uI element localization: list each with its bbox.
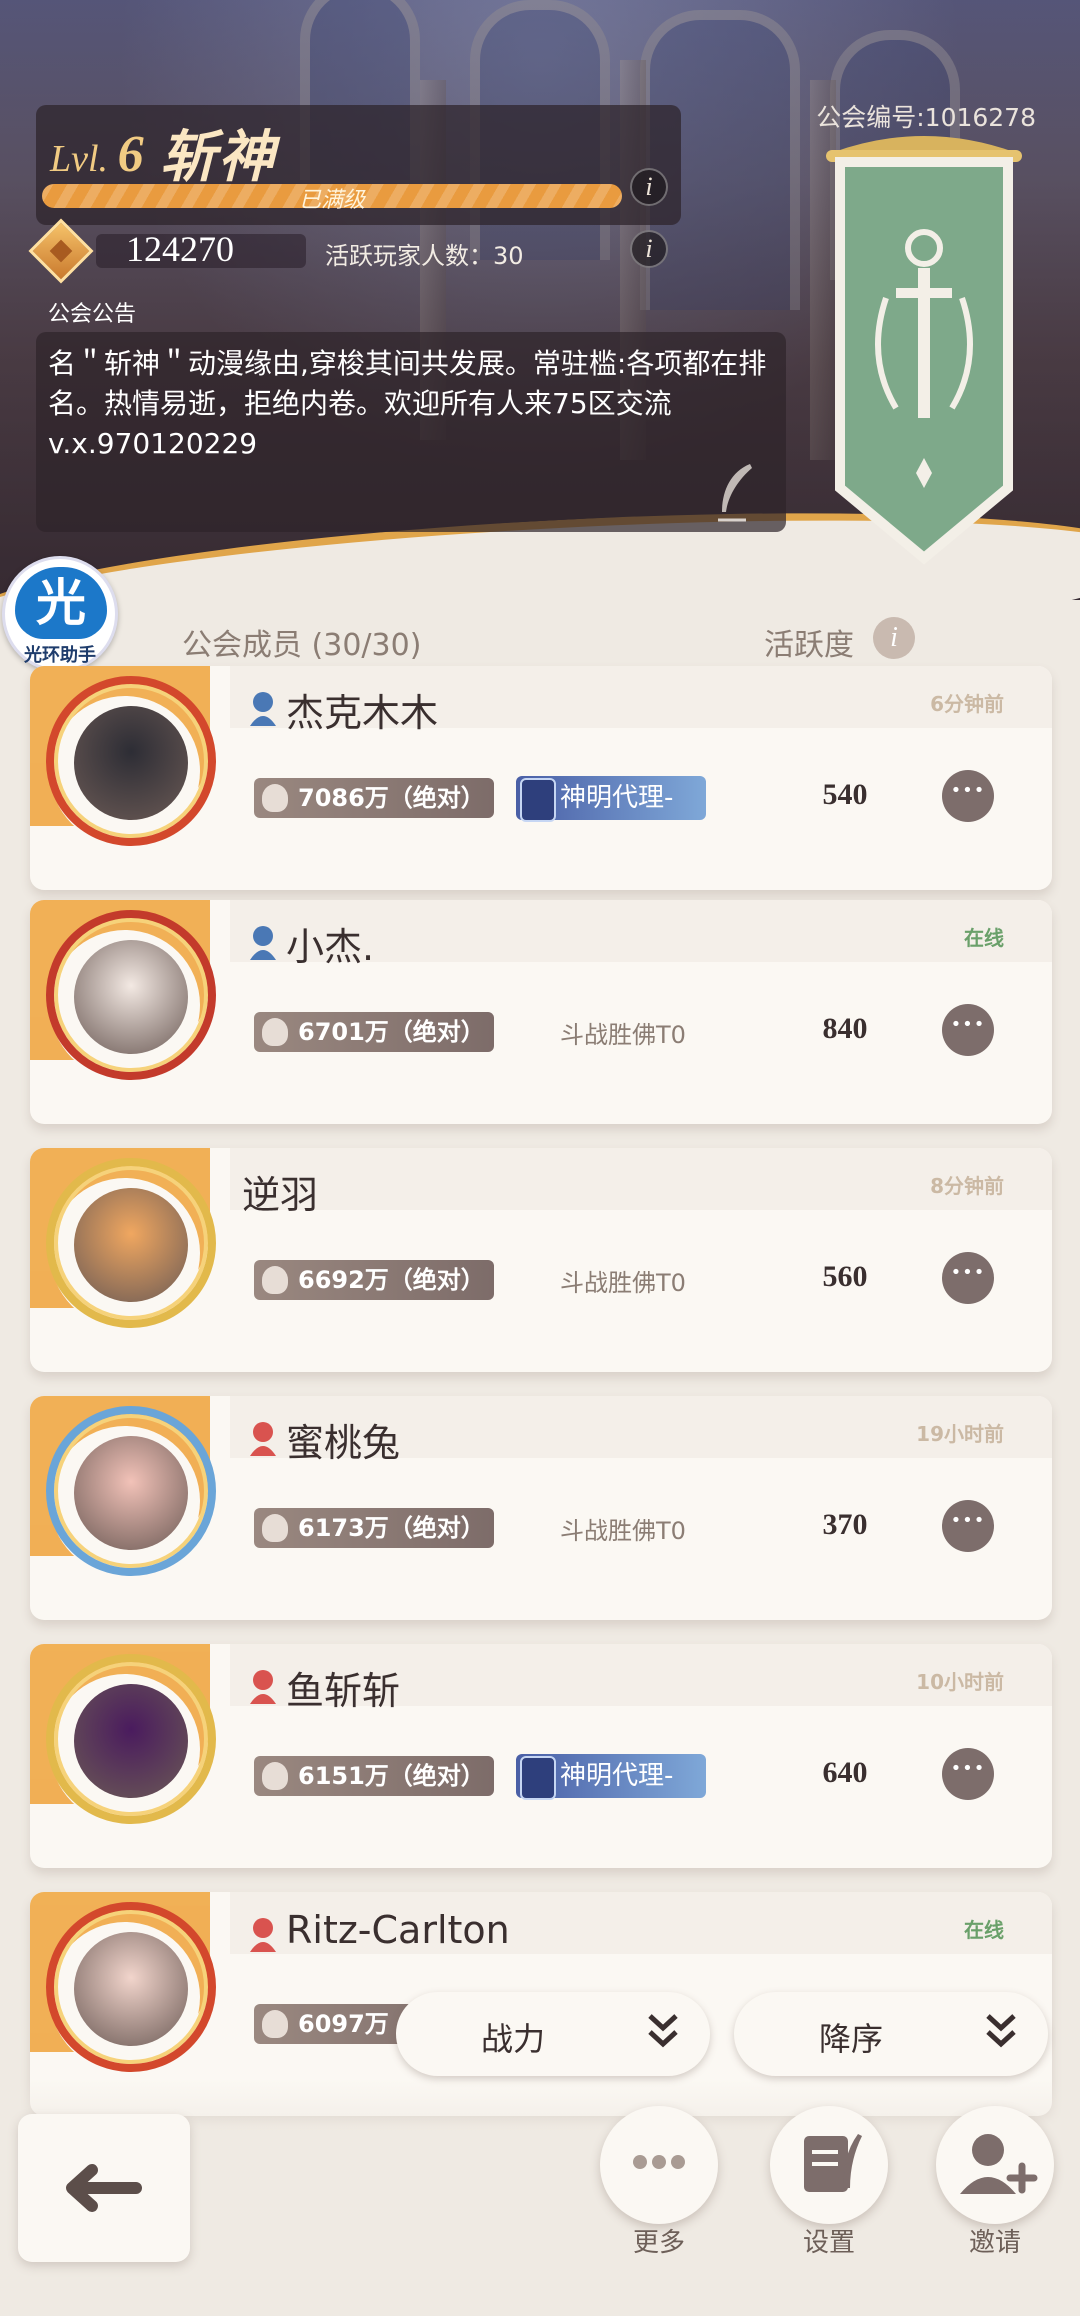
active-info-icon[interactable]: i xyxy=(630,230,668,268)
avatar-portrait xyxy=(74,706,188,820)
role-icon xyxy=(250,926,276,960)
settings-button[interactable] xyxy=(770,2106,888,2224)
member-card[interactable]: 蜜桃兔 19小时前 6173万（绝对） 斗战胜佛T0 370 xyxy=(30,1396,1052,1620)
avatar[interactable] xyxy=(46,1406,216,1576)
activity-info-icon[interactable]: i xyxy=(873,617,915,659)
member-name: 小杰. xyxy=(286,925,375,969)
helper-logo: 光 xyxy=(15,567,107,639)
chevron-down-icon xyxy=(986,2014,1016,2048)
members-title: 公会成员 (30/30) xyxy=(182,628,422,663)
role-icon xyxy=(250,692,276,726)
helper-label: 光环助手 xyxy=(24,645,96,666)
member-card[interactable]: 杰克木木 6分钟前 7086万（绝对） 神明代理- 540 xyxy=(30,666,1052,890)
activity-value: 370 xyxy=(822,1508,868,1541)
power-badge: 6151万（绝对） xyxy=(254,1756,494,1796)
more-label: 更多 xyxy=(632,2228,685,2258)
member-more-button[interactable] xyxy=(942,1004,994,1056)
member-name: 蜜桃兔 xyxy=(286,1421,401,1465)
role-icon xyxy=(250,1918,276,1952)
back-button[interactable] xyxy=(18,2114,190,2262)
activity-value: 560 xyxy=(822,1260,868,1293)
guild-banner[interactable] xyxy=(826,128,1022,568)
avatar-portrait xyxy=(74,1188,188,1302)
add-user-icon xyxy=(960,2134,1038,2194)
sort-field-dropdown[interactable]: 战力 xyxy=(396,1992,710,2076)
card-name-band xyxy=(230,1148,1052,1210)
activity-column-title: 活跃度 xyxy=(764,628,854,663)
guild-name: 斩神 xyxy=(160,125,276,190)
avatar-portrait xyxy=(74,1436,188,1550)
member-name: Ritz-Carlton xyxy=(286,1908,510,1952)
level-prefix: Lvl. xyxy=(50,138,109,180)
more-button[interactable] xyxy=(600,2106,718,2224)
guild-level-progress: 已满级 xyxy=(42,184,622,213)
power-badge: 6692万（绝对） xyxy=(254,1260,494,1300)
active-players-count: 活跃玩家人数：30 xyxy=(325,242,524,270)
activity-value: 540 xyxy=(822,778,868,811)
last-online-status: 在线 xyxy=(964,1918,1004,1942)
member-name: 杰克木木 xyxy=(286,691,439,735)
level-info-icon[interactable]: i xyxy=(630,168,668,206)
back-arrow-icon xyxy=(66,2164,142,2212)
member-more-button[interactable] xyxy=(942,1252,994,1304)
notice-text: 名＂斩神＂动漫缘由,穿梭其间共发展。常驻槛:各项都在排名。热情易逝，拒绝内卷。欢… xyxy=(48,347,767,460)
last-online-status: 10小时前 xyxy=(916,1670,1004,1694)
avatar[interactable] xyxy=(46,1158,216,1328)
last-online-status: 19小时前 xyxy=(916,1422,1004,1446)
sort-order-dropdown[interactable]: 降序 xyxy=(734,1992,1048,2076)
member-more-button[interactable] xyxy=(942,1748,994,1800)
helper-floating-button[interactable]: 光 光环助手 xyxy=(2,556,118,672)
activity-value: 840 xyxy=(822,1012,868,1045)
title-badge: 神明代理- xyxy=(516,776,706,822)
progress-label: 已满级 xyxy=(298,188,365,213)
chevron-down-icon xyxy=(648,2014,678,2048)
avatar[interactable] xyxy=(46,1902,216,2072)
avatar-portrait xyxy=(74,1684,188,1798)
avatar[interactable] xyxy=(46,676,216,846)
avatar[interactable] xyxy=(46,1654,216,1824)
last-online-status: 6分钟前 xyxy=(930,692,1004,716)
avatar-portrait xyxy=(74,1932,188,2046)
member-card[interactable]: 小杰. 在线 6701万（绝对） 斗战胜佛T0 840 xyxy=(30,900,1052,1124)
level-number: 6 xyxy=(117,126,144,183)
avatar-portrait xyxy=(74,940,188,1054)
invite-button[interactable] xyxy=(936,2106,1054,2224)
title-badge: 神明代理- xyxy=(516,1754,706,1800)
member-title: 斗战胜佛T0 xyxy=(560,1517,686,1545)
role-icon xyxy=(250,1422,276,1456)
guild-level: Lvl. 6 xyxy=(50,125,144,184)
member-title: 斗战胜佛T0 xyxy=(560,1021,686,1049)
role-icon xyxy=(250,1670,276,1704)
power-badge: 6701万（绝对） xyxy=(254,1012,494,1052)
member-name: 鱼斩斩 xyxy=(286,1669,401,1713)
power-badge: 6173万（绝对） xyxy=(254,1508,494,1548)
sort-order-label: 降序 xyxy=(818,2020,883,2058)
scroll-quill-icon xyxy=(804,2134,862,2192)
notice-title: 公会公告 xyxy=(48,302,137,327)
invite-label: 邀请 xyxy=(968,2228,1021,2258)
member-more-button[interactable] xyxy=(942,1500,994,1552)
last-online-status: 在线 xyxy=(964,926,1004,950)
member-title: 斗战胜佛T0 xyxy=(560,1269,686,1297)
edit-notice-icon[interactable] xyxy=(716,462,756,522)
activity-value: 640 xyxy=(822,1756,868,1789)
member-more-button[interactable] xyxy=(942,770,994,822)
member-card[interactable]: 逆羽 8分钟前 6692万（绝对） 斗战胜佛T0 560 xyxy=(30,1148,1052,1372)
power-badge: 7086万（绝对） xyxy=(254,778,494,818)
guild-fund-value: 124270 xyxy=(126,229,234,269)
member-name: 逆羽 xyxy=(242,1173,319,1217)
more-dots-icon xyxy=(633,2155,685,2169)
avatar[interactable] xyxy=(46,910,216,1080)
member-card[interactable]: 鱼斩斩 10小时前 6151万（绝对） 神明代理- 640 xyxy=(30,1644,1052,1868)
last-online-status: 8分钟前 xyxy=(930,1174,1004,1198)
settings-label: 设置 xyxy=(802,2228,855,2258)
sort-field-label: 战力 xyxy=(480,2020,545,2058)
